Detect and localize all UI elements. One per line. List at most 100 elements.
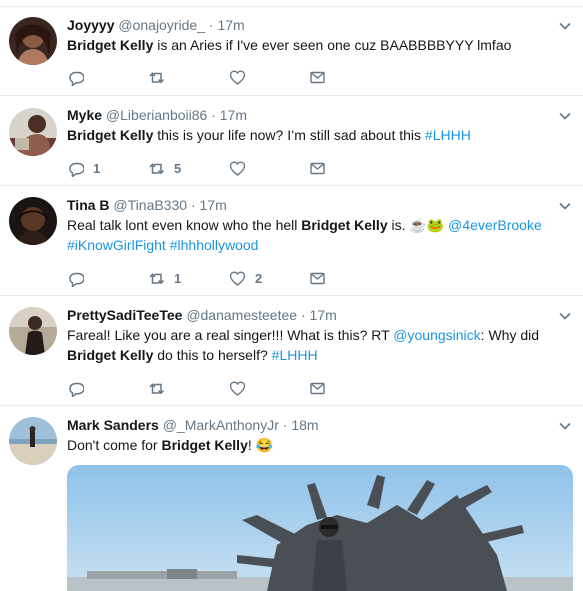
like-count: 2 xyxy=(255,270,263,286)
retweet-button[interactable] xyxy=(148,67,165,87)
separator-dot: · xyxy=(282,417,288,433)
envelope-icon xyxy=(310,272,325,284)
dm-button[interactable] xyxy=(309,268,326,288)
tweet-text-body: this is your life now? I’m still sad abo… xyxy=(153,127,425,143)
reply-count: 1 xyxy=(93,160,101,176)
retweet-button[interactable]: 5 xyxy=(148,158,181,178)
tweet-text: Don't come for Bridget Kelly! 😂 xyxy=(67,435,557,455)
user-handle[interactable]: @_MarkAnthonyJr xyxy=(163,417,279,433)
avatar[interactable] xyxy=(9,108,57,156)
retweet-icon xyxy=(149,382,165,394)
tweet-actions: 1 5 xyxy=(67,158,367,178)
heart-icon xyxy=(229,160,246,176)
tweet-text-body: do this to herself? xyxy=(153,347,272,363)
retweet-count: 5 xyxy=(174,160,182,176)
separator-dot: · xyxy=(190,197,196,213)
tweet-text-body: : Why did xyxy=(480,327,540,343)
envelope-icon xyxy=(310,162,325,174)
reply-button[interactable] xyxy=(67,67,84,87)
mention-name: Bridget Kelly xyxy=(67,127,154,143)
chevron-down-icon[interactable] xyxy=(558,19,572,33)
tweet-header: Joyyyy @onajoyride_ · 17m xyxy=(67,16,245,34)
tweet-media[interactable] xyxy=(67,465,573,591)
timestamp[interactable]: 18m xyxy=(291,417,318,433)
tweet-text-body: Don't come for xyxy=(67,437,162,453)
tweet-card[interactable]: PrettySadiTeeTee @danamesteetee · 17m Fa… xyxy=(0,296,583,406)
hashtag-link[interactable]: #LHHH xyxy=(425,127,471,143)
tweet-header: Mark Sanders @_MarkAnthonyJr · 18m xyxy=(67,416,319,434)
envelope-icon xyxy=(310,71,325,83)
laughing-emoji: 😂 xyxy=(255,437,274,453)
tweet-actions xyxy=(67,378,367,398)
reply-button[interactable] xyxy=(67,268,84,288)
display-name[interactable]: Tina B xyxy=(67,197,110,213)
tweet-text-body: is an Aries if I've ever seen one cuz BA… xyxy=(153,37,512,53)
avatar[interactable] xyxy=(9,17,57,65)
reply-icon xyxy=(69,272,84,287)
hashtag-link[interactable]: #lhhhollywood xyxy=(170,237,259,253)
tweet-header: PrettySadiTeeTee @danamesteetee · 17m xyxy=(67,306,337,324)
heart-icon xyxy=(229,271,246,286)
mention-name: Bridget Kelly xyxy=(67,347,154,363)
mention-name: Bridget Kelly xyxy=(301,217,388,233)
dm-button[interactable] xyxy=(309,378,326,398)
hashtag-link[interactable]: #iKnowGirlFight xyxy=(67,237,166,253)
timestamp[interactable]: 17m xyxy=(220,107,247,123)
chevron-down-icon[interactable] xyxy=(558,309,572,323)
avatar[interactable] xyxy=(9,417,57,465)
separator-dot: · xyxy=(300,307,306,323)
avatar[interactable] xyxy=(9,197,57,245)
chevron-down-icon[interactable] xyxy=(558,199,572,213)
tweet-actions: 1 2 xyxy=(67,268,367,288)
retweet-count: 1 xyxy=(174,270,182,286)
user-handle[interactable]: @Liberianboii86 xyxy=(106,107,207,123)
retweet-button[interactable] xyxy=(148,378,165,398)
heart-icon xyxy=(229,69,246,85)
like-button[interactable] xyxy=(229,378,246,398)
tweet-text: Fareal! Like you are a real singer!!! Wh… xyxy=(67,325,557,365)
dm-button[interactable] xyxy=(309,158,326,178)
mention-link[interactable]: @youngsinick xyxy=(393,327,480,343)
reply-icon xyxy=(69,162,84,177)
hashtag-link[interactable]: #LHHH xyxy=(272,347,318,363)
display-name[interactable]: Myke xyxy=(67,107,102,123)
retweet-button[interactable]: 1 xyxy=(148,268,181,288)
mention-name: Bridget Kelly xyxy=(67,37,154,53)
like-button[interactable]: 2 xyxy=(229,268,262,288)
chevron-down-icon[interactable] xyxy=(558,419,572,433)
reply-button[interactable]: 1 xyxy=(67,158,100,178)
display-name[interactable]: Joyyyy xyxy=(67,17,114,33)
tweet-text: Real talk lont even know who the hell Br… xyxy=(67,215,557,255)
frog-emoji: 🐸 xyxy=(426,217,445,233)
timestamp[interactable]: 17m xyxy=(200,197,227,213)
reply-button[interactable] xyxy=(67,378,84,398)
tweet-header: Myke @Liberianboii86 · 17m xyxy=(67,106,247,124)
tweet-card[interactable]: Joyyyy @onajoyride_ · 17m Bridget Kelly … xyxy=(0,6,583,96)
dm-button[interactable] xyxy=(309,67,326,87)
user-handle[interactable]: @TinaB330 xyxy=(113,197,187,213)
timestamp[interactable]: 17m xyxy=(217,17,244,33)
tweet-card[interactable]: Myke @Liberianboii86 · 17m Bridget Kelly… xyxy=(0,96,583,186)
envelope-icon xyxy=(310,382,325,394)
tweet-actions xyxy=(67,67,367,87)
reply-icon xyxy=(69,382,84,397)
user-handle[interactable]: @onajoyride_ xyxy=(118,17,205,33)
like-button[interactable] xyxy=(229,67,246,87)
separator-dot: · xyxy=(208,17,214,33)
avatar[interactable] xyxy=(9,307,57,355)
tweet-text-body: ! xyxy=(247,437,252,453)
chevron-down-icon[interactable] xyxy=(558,109,572,123)
tweet-text: Bridget Kelly this is your life now? I’m… xyxy=(67,125,557,145)
reply-icon xyxy=(69,71,84,86)
tweet-card[interactable]: Tina B @TinaB330 · 17m Real talk lont ev… xyxy=(0,186,583,296)
tweet-text-body: is. xyxy=(387,217,410,233)
like-button[interactable] xyxy=(229,158,246,178)
mention-name: Bridget Kelly xyxy=(161,437,248,453)
mention-link[interactable]: @4everBrooke xyxy=(448,217,542,233)
separator-dot: · xyxy=(211,107,216,123)
display-name[interactable]: PrettySadiTeeTee xyxy=(67,307,182,323)
user-handle[interactable]: @danamesteetee xyxy=(186,307,297,323)
display-name[interactable]: Mark Sanders xyxy=(67,417,159,433)
timestamp[interactable]: 17m xyxy=(310,307,337,323)
retweet-icon xyxy=(149,162,165,174)
